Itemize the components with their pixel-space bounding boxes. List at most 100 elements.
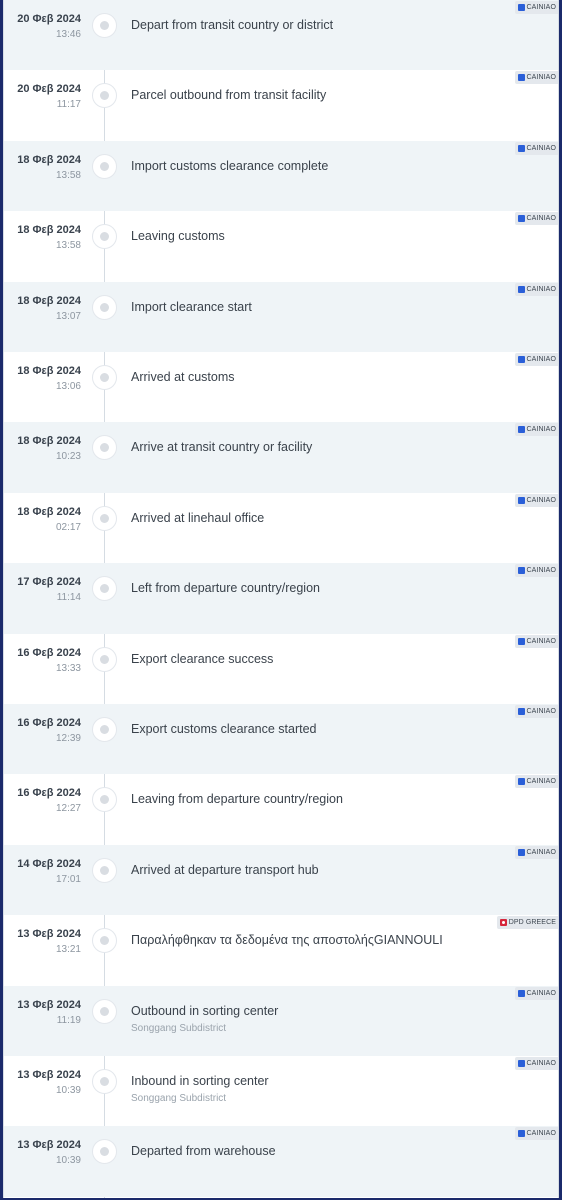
- timeline-dot-inner: [100, 936, 109, 946]
- cainiao-logo-icon: [517, 848, 525, 856]
- timeline-dot-icon: [92, 576, 117, 602]
- event-location: Songgang Subdistrict: [131, 1093, 227, 1104]
- tracking-event-row: 13 Φεβ 2024 10:39 Inbound in sorting cente…: [4, 1056, 558, 1126]
- cainiao-logo-icon: [517, 144, 525, 152]
- timeline-dot-inner: [100, 725, 109, 734]
- cainiao-logo-icon: [517, 1130, 525, 1138]
- carrier-badge: CAINIAO: [514, 493, 558, 507]
- timeline-dot-inner: [100, 1077, 109, 1086]
- event-date: 13 Φεβ 2024: [17, 1069, 81, 1081]
- carrier-badge: CAINIAO: [514, 1, 558, 14]
- event-date: 13 Φεβ 2024: [17, 998, 81, 1011]
- event-date: 20 Φεβ 2024: [17, 83, 81, 96]
- timeline-dot-inner: [100, 21, 109, 30]
- event-description: Depart from transit country or district: [131, 18, 334, 32]
- carrier-badge: CAINIAO: [514, 141, 558, 155]
- timeline-dot-inner: [100, 865, 109, 875]
- event-description: Arrived at linehaul office: [131, 510, 265, 525]
- event-description: Arrive at transit country or facility: [131, 440, 313, 455]
- carrier-badge: CAINIAO: [514, 986, 558, 1000]
- cainiao-logo-icon: [517, 567, 525, 575]
- carrier-label: CAINIAO: [526, 637, 556, 645]
- event-date: 20 Φεβ 2024: [17, 13, 81, 25]
- cainiao-logo-icon: [517, 4, 525, 11]
- event-description: Leaving from departure country/region: [131, 792, 343, 807]
- event-date: 18 Φεβ 2024: [17, 294, 81, 307]
- timeline-dot-icon: [92, 857, 117, 883]
- carrier-label: CAINIAO: [526, 74, 556, 82]
- carrier-label: CAINIAO: [526, 1060, 556, 1067]
- dpd-logo-icon: [499, 919, 507, 927]
- event-description: Export clearance success: [131, 651, 274, 666]
- timeline-dot-icon: [92, 294, 117, 320]
- timeline-dot-icon: [92, 435, 117, 461]
- event-time: 12:39: [55, 733, 81, 744]
- tracking-event-row: 18 Φεβ 2024 13:58 Leaving customs CAINIAO: [4, 211, 558, 281]
- carrier-badge: CAINIAO: [514, 212, 558, 226]
- carrier-label: CAINIAO: [526, 708, 556, 715]
- event-time: 11:19: [56, 1014, 81, 1026]
- timeline-dot-inner: [100, 232, 109, 242]
- tracking-event-row: 16 Φεβ 2024 13:33 Export clearance success…: [4, 634, 558, 704]
- tracking-event-row: 18 Φεβ 2024 02:17 Arrived at linehaul offi…: [4, 493, 558, 563]
- carrier-label: CAINIAO: [526, 989, 556, 997]
- cainiao-logo-icon: [517, 285, 525, 293]
- event-date: 18 Φεβ 2024: [17, 435, 81, 448]
- cainiao-logo-icon: [517, 215, 525, 223]
- timeline-dot-inner: [100, 654, 109, 664]
- tracking-event-row: 18 Φεβ 2024 13:06 Arrived at customs CAINIA…: [4, 352, 558, 422]
- event-description: Departed from warehouse: [131, 1144, 276, 1159]
- timeline-dot-inner: [100, 513, 109, 523]
- event-date: 18 Φεβ 2024: [17, 365, 81, 377]
- event-time: 10:39: [55, 1155, 81, 1167]
- event-date: 16 Φεβ 2024: [17, 787, 81, 800]
- event-description: Arrived at departure transport hub: [131, 862, 319, 877]
- timeline-dot-inner: [100, 161, 109, 171]
- event-description: Parcel outbound from transit facility: [131, 88, 327, 103]
- tracking-event-row: 18 Φεβ 2024 13:07 Import clearance start CA…: [4, 281, 558, 352]
- carrier-badge: CAINIAO: [514, 845, 558, 859]
- event-time: 13:46: [55, 29, 81, 40]
- event-description: Import customs clearance complete: [131, 158, 329, 173]
- event-description: Inbound in sorting center: [131, 1074, 269, 1088]
- tracking-event-row: 20 Φεβ 2024 13:46 Depart from transit coun…: [4, 0, 558, 71]
- timeline-dot-inner: [100, 373, 109, 382]
- event-description: Outbound in sorting center: [131, 1003, 279, 1018]
- carrier-badge: CAINIAO: [514, 1127, 558, 1141]
- timeline-dot-icon: [92, 224, 117, 250]
- event-description: Arrived at customs: [131, 370, 235, 384]
- event-date: 13 Φεβ 2024: [17, 1139, 81, 1152]
- timeline-dot-icon: [92, 646, 117, 672]
- event-date: 17 Φεβ 2024: [17, 576, 81, 589]
- event-date: 18 Φεβ 2024: [17, 224, 81, 237]
- timeline-dot-inner: [100, 443, 109, 453]
- timeline-dot-inner: [100, 795, 109, 805]
- carrier-badge: CAINIAO: [514, 423, 558, 437]
- carrier-badge: DPD GREECE: [496, 916, 558, 930]
- event-description: Export customs clearance started: [131, 722, 317, 736]
- event-date: 14 Φεβ 2024: [17, 857, 81, 870]
- cainiao-logo-icon: [517, 74, 525, 82]
- timeline-dot-icon: [92, 998, 117, 1024]
- event-time: 11:14: [56, 592, 81, 604]
- event-description: Left from departure country/region: [131, 581, 320, 596]
- carrier-badge: CAINIAO: [514, 775, 558, 789]
- carrier-badge: CAINIAO: [514, 71, 558, 85]
- event-date: 13 Φεβ 2024: [17, 928, 81, 941]
- tracking-event-row: 16 Φεβ 2024 12:39 Export customs clearance…: [4, 704, 558, 775]
- timeline-dot-icon: [92, 505, 117, 531]
- timeline-dot-icon: [92, 787, 117, 813]
- carrier-label: CAINIAO: [526, 778, 556, 786]
- tracking-event-row: 16 Φεβ 2024 12:27 Leaving from departure c…: [4, 774, 558, 844]
- timeline-dot-inner: [100, 1006, 109, 1016]
- tracking-event-row: 13 Φεβ 2024 13:21 Παραλήφθηκαν τα δεδομένα…: [4, 915, 558, 985]
- tracking-event-row: 13 Φεβ 2024 10:39 Departed from warehouse C…: [4, 1126, 558, 1197]
- timeline-dot-icon: [92, 153, 117, 179]
- cainiao-logo-icon: [517, 637, 525, 645]
- tracking-event-row: 18 Φεβ 2024 10:23 Arrive at transit countr…: [4, 422, 558, 493]
- event-time: 13:33: [55, 662, 81, 674]
- event-time: 13:07: [55, 310, 81, 322]
- timeline-dot-inner: [100, 584, 109, 594]
- cainiao-logo-icon: [517, 496, 525, 504]
- event-time: 10:39: [55, 1085, 81, 1096]
